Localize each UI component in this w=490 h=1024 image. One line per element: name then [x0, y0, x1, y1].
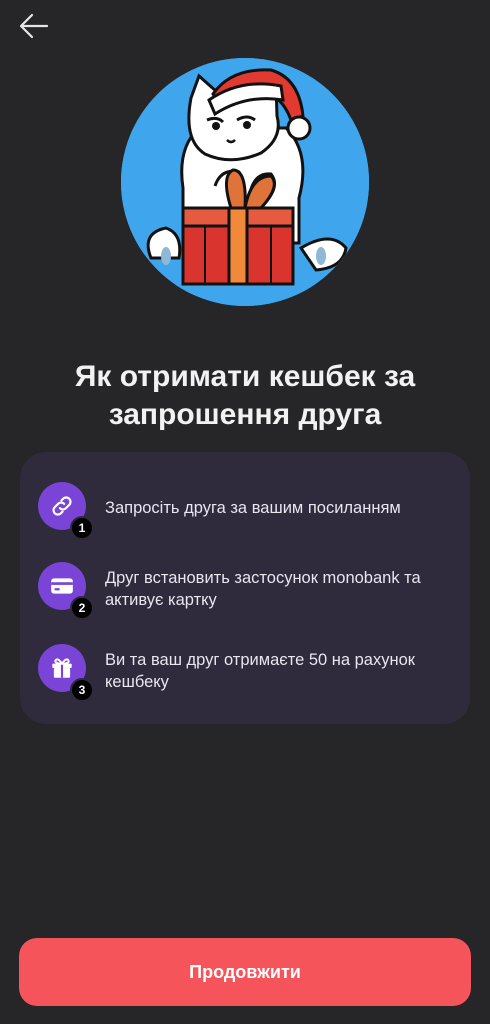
card-icon: [51, 578, 73, 594]
step-invite: 1 Запросіть друга за вашим посиланням: [38, 482, 458, 542]
gift-icon: [52, 658, 72, 678]
step-number-badge: 2: [70, 596, 94, 620]
referral-screen: Як отримати кешбек за запрошення друга 1…: [0, 0, 490, 1024]
back-button[interactable]: [14, 8, 54, 44]
step-install: 2 Друг встановить застосунок monobank та…: [38, 562, 458, 622]
continue-button[interactable]: Продовжити: [19, 938, 471, 1006]
steps-card: 1 Запросіть друга за вашим посиланням 2 …: [20, 452, 470, 724]
page-title: Як отримати кешбек за запрошення друга: [74, 360, 416, 431]
step-number-badge: 3: [70, 678, 94, 702]
step-text: Друг встановить застосунок monobank та а…: [105, 569, 421, 609]
step-text: Запросіть друга за вашим посиланням: [105, 499, 401, 517]
step-number-badge: 1: [70, 516, 94, 540]
step-reward: 3 Ви та ваш друг отримаєте 50 на рахунок…: [38, 644, 458, 704]
link-icon: [52, 496, 72, 516]
step-text: Ви та ваш друг отримаєте 50 на рахунок к…: [105, 651, 415, 691]
arrow-left-icon: [19, 13, 49, 39]
cat-in-santa-hat-with-gift-icon: [121, 58, 369, 306]
cat-gift-illustration: [121, 58, 369, 306]
